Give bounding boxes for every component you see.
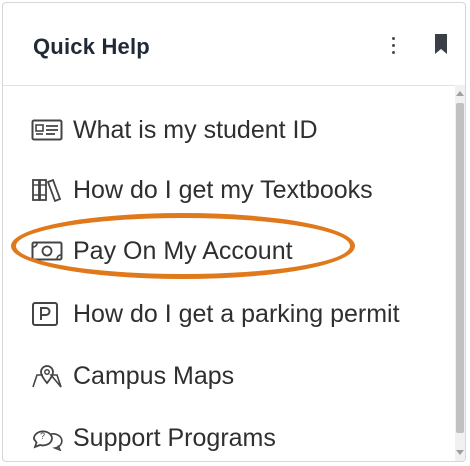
list-item-label: Campus Maps: [73, 361, 235, 390]
scroll-thumb[interactable]: [456, 103, 464, 433]
scroll-up-arrow-icon[interactable]: [456, 91, 464, 96]
more-vertical-icon[interactable]: [384, 33, 404, 59]
list-item-student-id[interactable]: What is my student ID: [31, 110, 318, 150]
list-item-support-programs[interactable]: ? Support Programs: [31, 418, 276, 458]
panel-header: Quick Help: [3, 3, 465, 86]
quick-help-list: What is my student ID How do I get my Te…: [3, 86, 455, 461]
list-item-label: Support Programs: [73, 423, 276, 452]
scrollbar[interactable]: [455, 85, 465, 461]
map-pin-icon: [31, 361, 67, 391]
money-icon: [31, 236, 67, 266]
list-item-parking-permit[interactable]: How do I get a parking permit: [31, 294, 400, 334]
list-item-label: How do I get a parking permit: [73, 299, 400, 328]
chat-help-icon: ?: [31, 423, 67, 453]
list-item-label: What is my student ID: [73, 115, 318, 144]
svg-text:?: ?: [40, 431, 45, 441]
list-item-label: Pay On My Account: [73, 236, 293, 265]
list-item-textbooks[interactable]: How do I get my Textbooks: [31, 170, 373, 210]
scroll-down-arrow-icon[interactable]: [456, 450, 464, 455]
list-item-pay-account[interactable]: Pay On My Account: [31, 231, 293, 271]
panel-title: Quick Help: [33, 34, 150, 59]
list-item-label: How do I get my Textbooks: [73, 175, 373, 204]
list-item-campus-maps[interactable]: Campus Maps: [31, 356, 234, 396]
parking-icon: [31, 299, 67, 329]
bookmark-icon[interactable]: [433, 33, 449, 55]
quick-help-panel: Quick Help What is my student ID How do …: [2, 2, 466, 462]
id-card-icon: [31, 115, 67, 145]
books-icon: [31, 175, 67, 205]
